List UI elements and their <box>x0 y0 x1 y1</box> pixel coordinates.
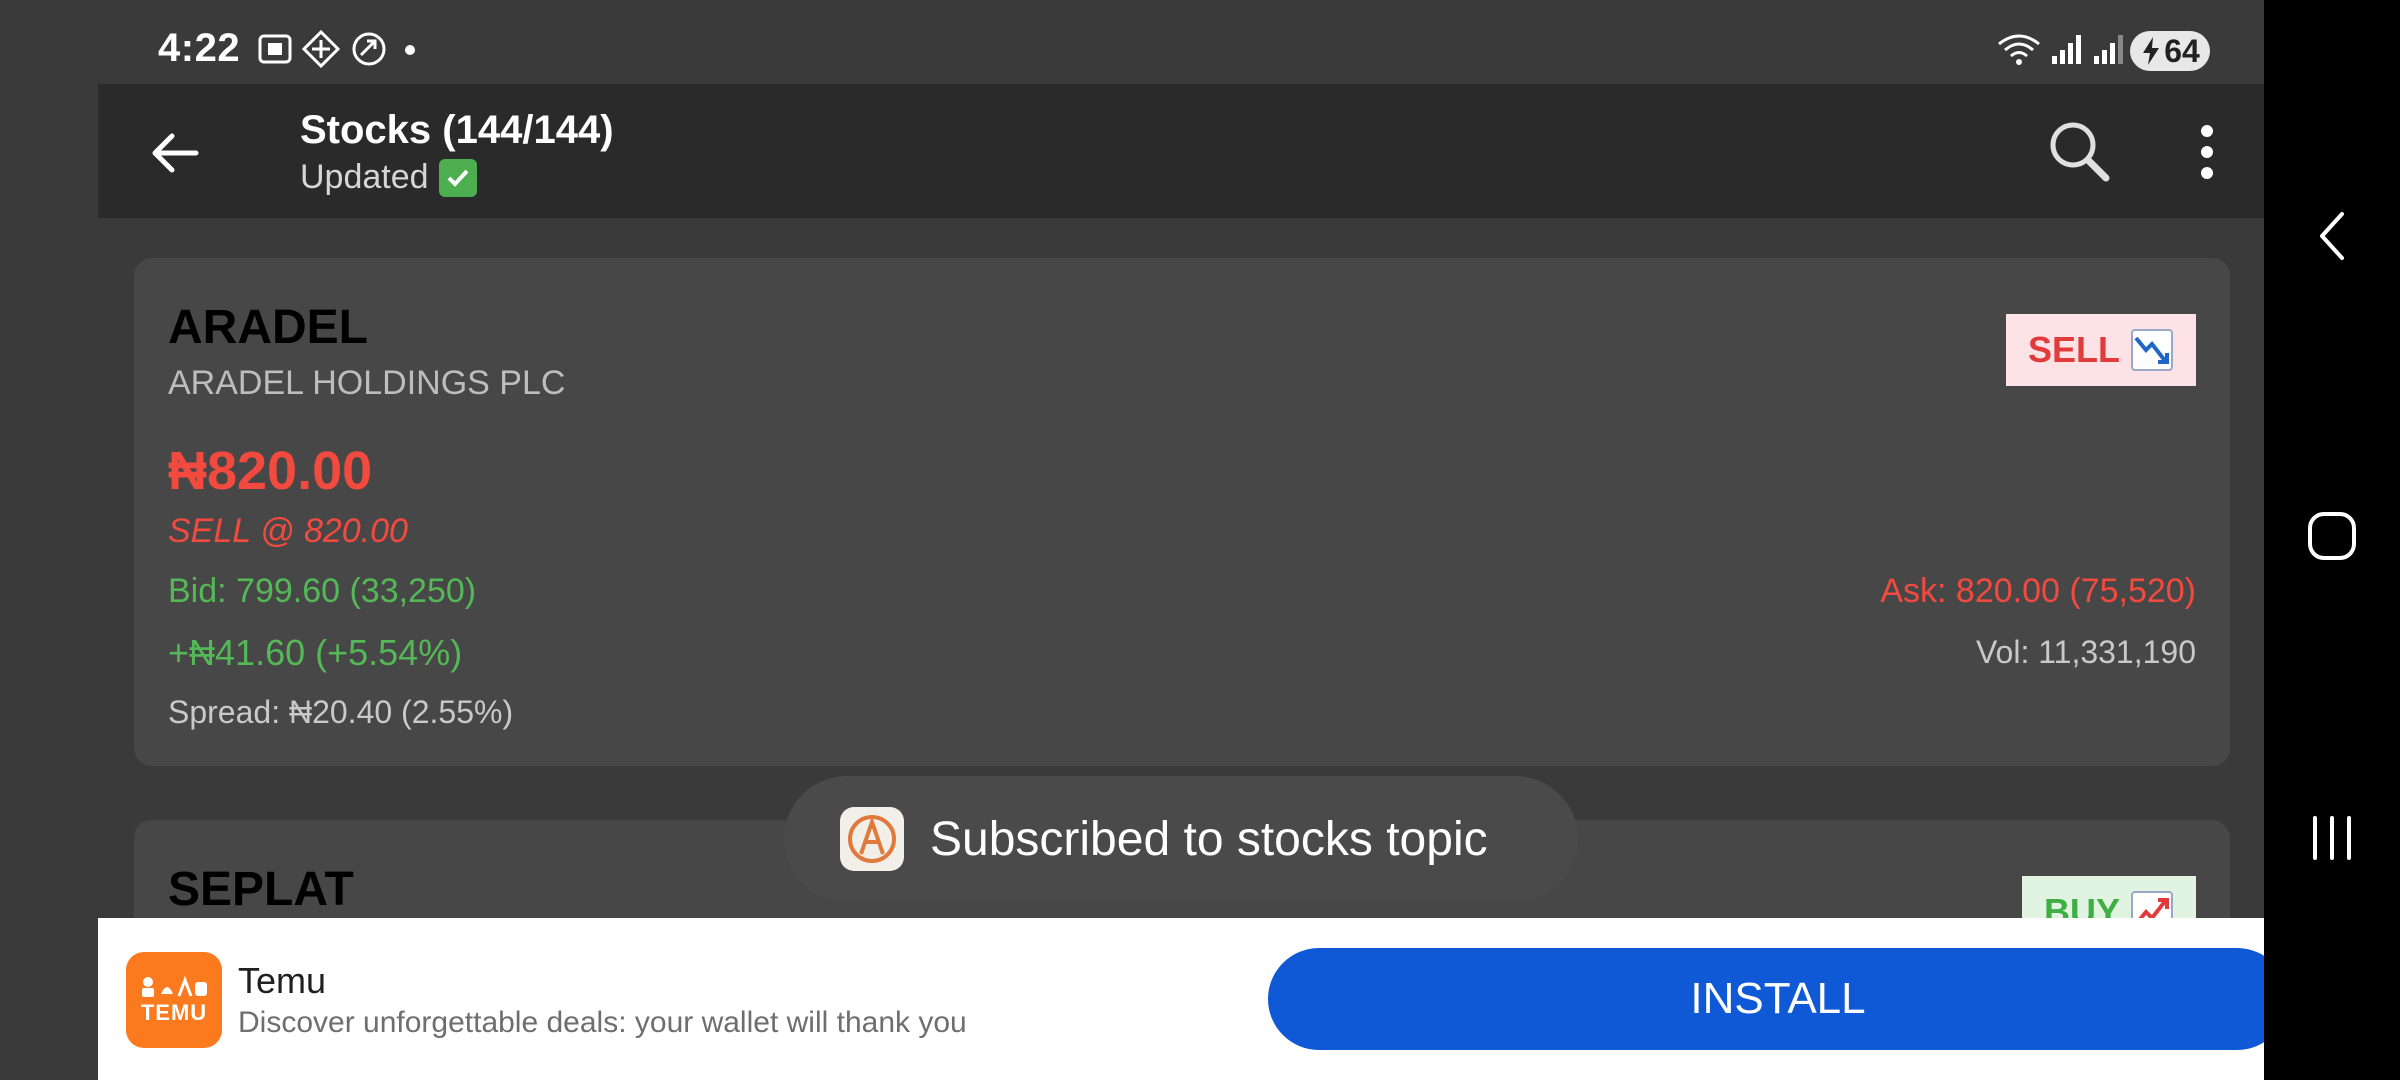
temu-logo-text: TEMU <box>140 1000 208 1025</box>
status-time: 4:22 <box>158 26 241 70</box>
signal-icon-2 <box>2094 35 2123 64</box>
grid-diamond-icon <box>302 30 340 68</box>
chart-decreasing-icon <box>2131 329 2173 371</box>
temu-logo-icons <box>142 975 207 997</box>
charging-bolt-icon <box>2143 37 2160 65</box>
sell-badge[interactable]: SELL <box>2005 314 2196 386</box>
toast-message: Subscribed to stocks topic <box>784 776 1578 902</box>
signal-icon-1 <box>2052 35 2081 64</box>
nav-recents-button[interactable] <box>2264 812 2400 864</box>
stock-card[interactable]: ARADEL ARADEL HOLDINGS PLC ₦820.00 SELL … <box>134 258 2230 766</box>
update-status-label: Updated <box>300 158 429 196</box>
toast-text: Subscribed to stocks topic <box>930 812 1488 866</box>
stock-symbol: ARADEL <box>168 301 368 354</box>
ad-banner[interactable]: TEMU Temu Discover unforgettable deals: … <box>98 918 2288 1080</box>
stock-symbol: SEPLAT <box>168 863 354 916</box>
check-mark-icon <box>438 158 477 197</box>
ask-text: Ask: 820.00 (75,520) <box>1880 572 2196 610</box>
page-title: Stocks (144/144) <box>300 108 614 152</box>
screen: 4:22 64 Stocks (144/144) Updated ARADEL … <box>0 0 2400 1080</box>
battery-level: 64 <box>2164 32 2200 69</box>
update-status: Updated <box>300 158 477 197</box>
price-change: +₦41.60 (+5.54%) <box>168 632 463 673</box>
bid-text: Bid: 799.60 (33,250) <box>168 572 477 610</box>
ad-title: Temu <box>238 960 327 1001</box>
sync-icon <box>352 32 386 66</box>
nav-back-button[interactable] <box>2264 208 2400 264</box>
stock-price: ₦820.00 <box>168 441 373 501</box>
app-bar: Stocks (144/144) Updated <box>98 84 2264 218</box>
back-arrow-icon[interactable] <box>146 124 204 182</box>
ad-description: Discover unforgettable deals: your walle… <box>238 1006 967 1039</box>
company-name: ARADEL HOLDINGS PLC <box>168 364 566 402</box>
search-icon[interactable] <box>2046 118 2112 184</box>
sell-badge-label: SELL <box>2027 329 2120 370</box>
signal-text: SELL @ 820.00 <box>168 512 408 550</box>
nav-recents-icon <box>2313 816 2351 860</box>
temu-logo[interactable]: TEMU <box>126 952 222 1048</box>
nav-back-icon <box>2320 212 2344 260</box>
volume-text: Vol: 11,331,190 <box>1975 634 2196 670</box>
nav-home-icon <box>2308 512 2356 560</box>
nav-home-button[interactable] <box>2264 510 2400 562</box>
more-options-icon[interactable] <box>2194 124 2220 180</box>
spread-text: Spread: ₦20.40 (2.55%) <box>168 694 514 730</box>
wifi-icon <box>1998 34 2040 65</box>
app-logo-icon <box>840 807 904 871</box>
system-navigation-bar <box>2264 0 2400 1080</box>
battery-indicator: 64 <box>2130 31 2210 71</box>
install-button[interactable]: INSTALL <box>1268 948 2288 1050</box>
notification-dot-icon <box>405 45 415 55</box>
status-bar: 4:22 64 <box>0 0 2264 84</box>
screenshot-icon <box>258 34 292 64</box>
